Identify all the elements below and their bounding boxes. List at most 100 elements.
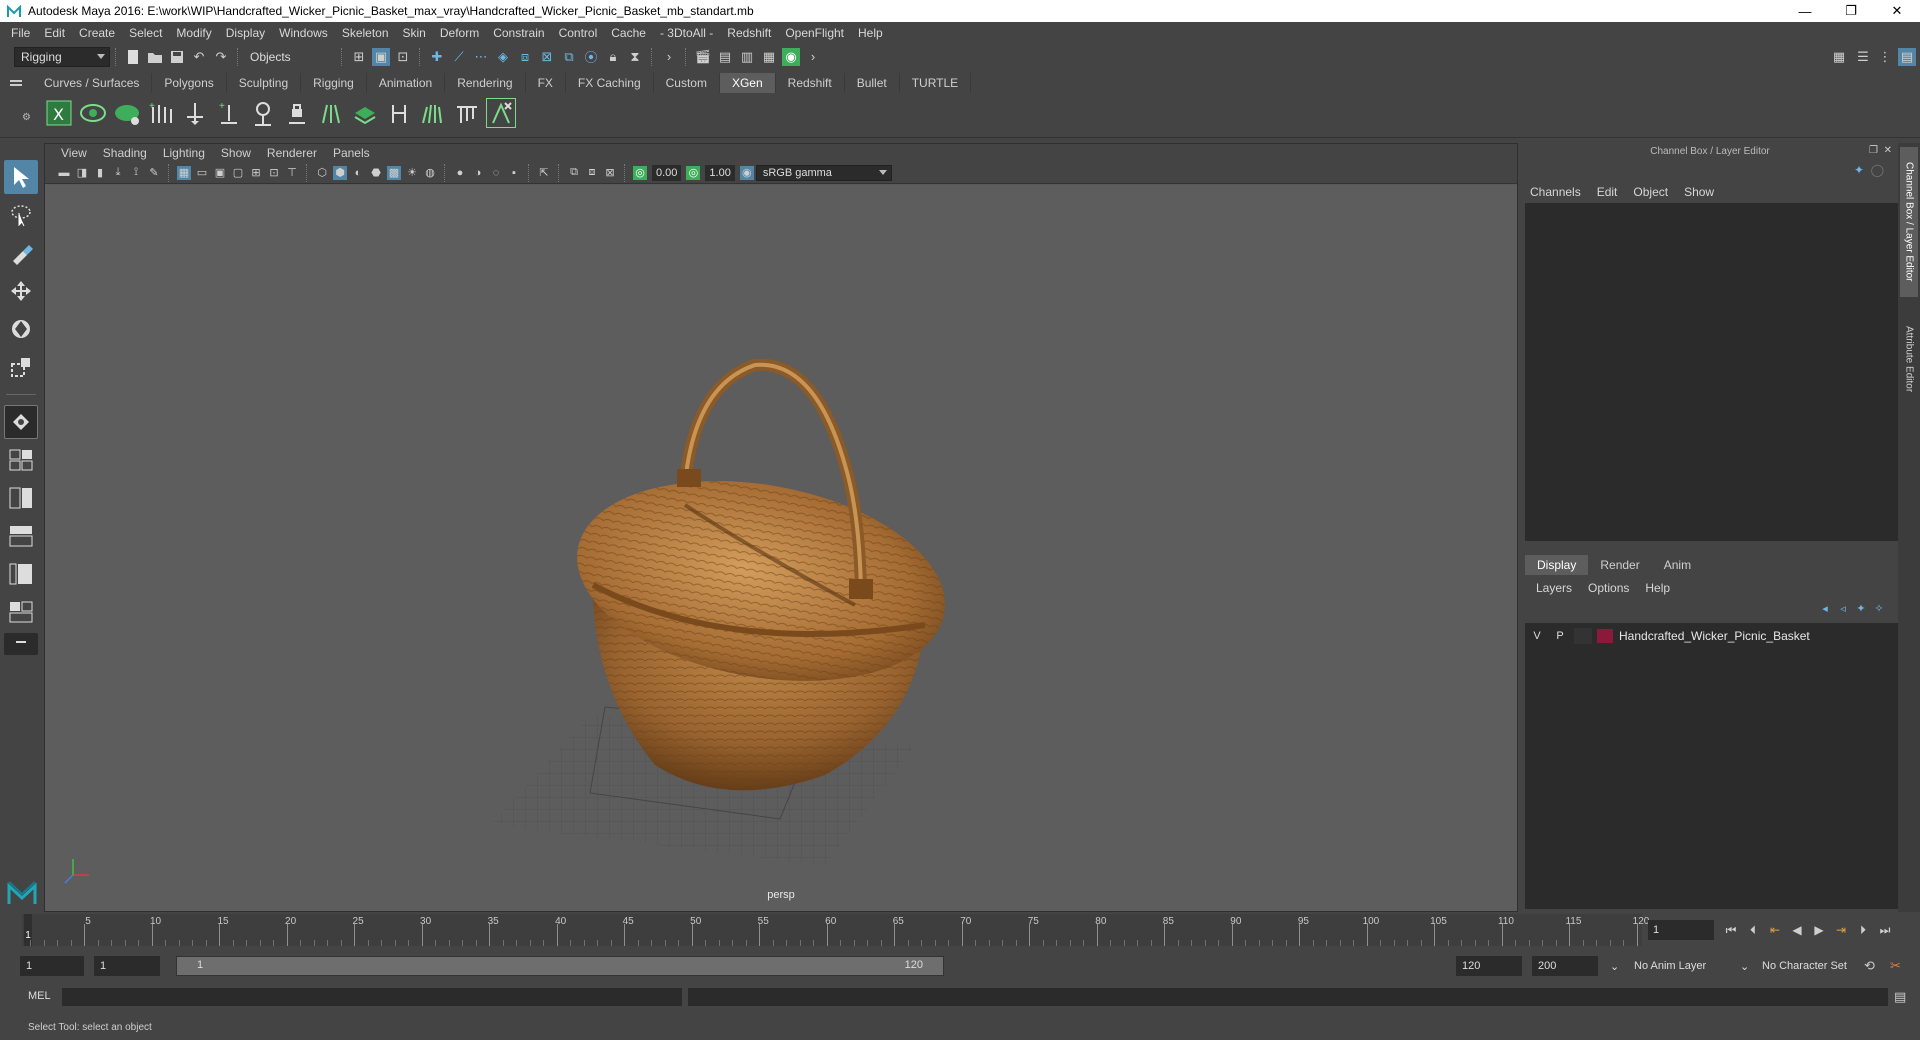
motion-blur-icon[interactable]: ◑ bbox=[471, 166, 485, 180]
menu-display[interactable]: Display bbox=[219, 26, 272, 40]
select-tool-icon[interactable] bbox=[4, 160, 38, 194]
layer-tab-anim[interactable]: Anim bbox=[1652, 555, 1703, 575]
anim-layer-dropdown[interactable]: No Anim Layer bbox=[1628, 956, 1750, 976]
layout-hypershade-icon[interactable] bbox=[4, 595, 38, 629]
shelf-tab-curves-surfaces[interactable]: Curves / Surfaces bbox=[32, 73, 153, 93]
layer-playback-toggle[interactable]: P bbox=[1551, 628, 1569, 644]
xgen-editor-icon[interactable]: X bbox=[44, 98, 74, 128]
redo-icon[interactable]: ↷ bbox=[212, 48, 230, 66]
history-icon[interactable]: ⧗ bbox=[626, 48, 644, 66]
float-panel-icon[interactable]: ❐ bbox=[1869, 145, 1878, 156]
render-frame-icon[interactable]: 🎬︎ bbox=[694, 48, 712, 66]
gate-mask-icon[interactable]: ▢ bbox=[231, 166, 245, 180]
cb-menu-show[interactable]: Show bbox=[1684, 185, 1714, 199]
vp-menu-lighting[interactable]: Lighting bbox=[155, 146, 213, 160]
two-d-pan-zoom-icon[interactable]: ⟟ bbox=[129, 166, 143, 180]
xgen-grooming-tool-icon[interactable] bbox=[486, 98, 516, 128]
step-forward-key-icon[interactable]: ⇥ bbox=[1830, 920, 1852, 940]
character-set-dropdown[interactable]: No Character Set bbox=[1756, 956, 1874, 976]
use-all-lights-icon[interactable]: ☀ bbox=[405, 166, 419, 180]
menu-3dtoall[interactable]: - 3DtoAll - bbox=[653, 26, 720, 40]
render-sequence-icon[interactable]: ▤ bbox=[716, 48, 734, 66]
layer-color-swatch[interactable] bbox=[1597, 628, 1613, 643]
cb-menu-channels[interactable]: Channels bbox=[1530, 185, 1581, 199]
playback-start-field[interactable]: 1 bbox=[94, 956, 160, 976]
wireframe-on-shaded-icon[interactable]: ⬣ bbox=[369, 166, 383, 180]
vp-menu-panels[interactable]: Panels bbox=[325, 146, 378, 160]
shelf-tab-bullet[interactable]: Bullet bbox=[845, 73, 900, 93]
layout-graph-editor-icon[interactable] bbox=[4, 557, 38, 591]
gamma-field[interactable]: 1.00 bbox=[705, 164, 735, 181]
range-options-icon[interactable]: ⌄ bbox=[1604, 956, 1628, 976]
more-icon[interactable]: › bbox=[804, 48, 822, 66]
safe-action-icon[interactable]: ⊡ bbox=[267, 166, 281, 180]
playback-end-field[interactable]: 120 bbox=[1456, 956, 1522, 976]
isolate-select-icon[interactable]: ⇱ bbox=[537, 166, 551, 180]
hypershade-icon[interactable]: ◉ bbox=[782, 47, 800, 66]
range-slider-handle[interactable]: 1 120 bbox=[177, 957, 943, 975]
range-slider[interactable]: 1 120 bbox=[176, 956, 944, 976]
layer-tab-display[interactable]: Display bbox=[1525, 555, 1589, 575]
workspace-layout-icon[interactable]: ⋮ bbox=[1876, 48, 1894, 66]
view-transform-dropdown[interactable]: sRGB gamma bbox=[755, 164, 892, 181]
shelf-tab-sculpting[interactable]: Sculpting bbox=[227, 73, 302, 93]
le-menu-help[interactable]: Help bbox=[1645, 581, 1670, 595]
show-manipulator-icon[interactable] bbox=[4, 405, 38, 439]
channel-settings-icon[interactable]: ◯ bbox=[1871, 163, 1884, 177]
select-by-hierarchy-icon[interactable]: ⊞ bbox=[350, 48, 368, 66]
snap-view-plane-icon[interactable]: ◈ bbox=[494, 48, 512, 66]
animation-preferences-icon[interactable]: ✂ bbox=[1890, 958, 1901, 974]
menu-skin[interactable]: Skin bbox=[396, 26, 433, 40]
shelf-settings-icon[interactable]: ⚙ bbox=[22, 112, 31, 123]
maximize-button[interactable]: ❐ bbox=[1828, 0, 1874, 22]
layer-name[interactable]: Handcrafted_Wicker_Picnic_Basket bbox=[1619, 629, 1810, 643]
menu-windows[interactable]: Windows bbox=[272, 26, 335, 40]
open-scene-icon[interactable] bbox=[146, 48, 164, 66]
xgen-add-guide-icon[interactable] bbox=[180, 98, 210, 128]
snap-grid-icon[interactable]: ✚ bbox=[428, 48, 446, 66]
workspace-modeling-icon[interactable]: ▦ bbox=[1830, 48, 1848, 66]
snap-live-surface-icon[interactable]: ⧈ bbox=[516, 48, 534, 66]
menu-edit[interactable]: Edit bbox=[37, 26, 72, 40]
wireframe-icon[interactable]: ⬡ bbox=[315, 166, 329, 180]
xgen-layers-icon[interactable] bbox=[350, 98, 380, 128]
xgen-create-description-icon[interactable] bbox=[112, 98, 142, 128]
current-frame-field[interactable]: 1 bbox=[1648, 920, 1714, 940]
rotate-tool-icon[interactable] bbox=[4, 312, 38, 346]
image-plane-icon[interactable]: ⤓ bbox=[111, 166, 125, 180]
cb-menu-object[interactable]: Object bbox=[1633, 185, 1668, 199]
xgen-comb-icon[interactable] bbox=[452, 98, 482, 128]
ipr-render-icon[interactable]: ▥ bbox=[738, 48, 756, 66]
close-button[interactable]: ✕ bbox=[1874, 0, 1920, 22]
menu-help[interactable]: Help bbox=[851, 26, 890, 40]
shelf-menu-icon[interactable] bbox=[0, 72, 32, 94]
snap-magnet-icon[interactable]: ⦿ bbox=[582, 48, 600, 66]
move-layer-up-icon[interactable]: ◂ bbox=[1818, 601, 1832, 615]
snap-curve-icon[interactable]: ⟋ bbox=[450, 48, 468, 66]
move-layer-down-icon[interactable]: ◃ bbox=[1836, 601, 1850, 615]
menu-redshift[interactable]: Redshift bbox=[720, 26, 778, 40]
layer-type-toggle[interactable] bbox=[1574, 627, 1592, 644]
layout-outliner-icon[interactable] bbox=[4, 519, 38, 553]
go-to-start-icon[interactable]: ⏮ bbox=[1720, 920, 1742, 940]
smooth-shade-icon[interactable]: ⬢ bbox=[333, 165, 347, 180]
save-scene-icon[interactable] bbox=[168, 48, 186, 66]
shelf-tab-rigging[interactable]: Rigging bbox=[301, 73, 367, 93]
xgen-flip-guides-icon[interactable] bbox=[384, 98, 414, 128]
shadows-icon[interactable]: ◍ bbox=[423, 166, 437, 180]
go-to-end-icon[interactable]: ⏭ bbox=[1874, 920, 1896, 940]
shelf-tab-redshift[interactable]: Redshift bbox=[776, 73, 845, 93]
xgen-preview-icon[interactable] bbox=[78, 98, 108, 128]
time-slider[interactable]: 1 5 10 15 20 25 30 35 40 45 50 55 60 65 70 75 80 85 90 95 10… bbox=[22, 914, 1649, 946]
menu-constrain[interactable]: Constrain bbox=[486, 26, 551, 40]
xgen-sculpt-guides-icon[interactable] bbox=[316, 98, 346, 128]
shelf-tab-custom[interactable]: Custom bbox=[654, 73, 720, 93]
maya-home-icon[interactable] bbox=[6, 876, 38, 911]
menu-control[interactable]: Control bbox=[552, 26, 605, 40]
xgen-guides-icon[interactable]: + bbox=[146, 98, 176, 128]
xray-joints-icon[interactable]: ⊠ bbox=[603, 166, 617, 180]
minimize-button[interactable]: — bbox=[1782, 0, 1828, 22]
grid-icon[interactable]: ▦ bbox=[177, 165, 191, 180]
le-menu-layers[interactable]: Layers bbox=[1536, 581, 1572, 595]
workspace-panels-icon[interactable]: ☰ bbox=[1854, 48, 1872, 66]
